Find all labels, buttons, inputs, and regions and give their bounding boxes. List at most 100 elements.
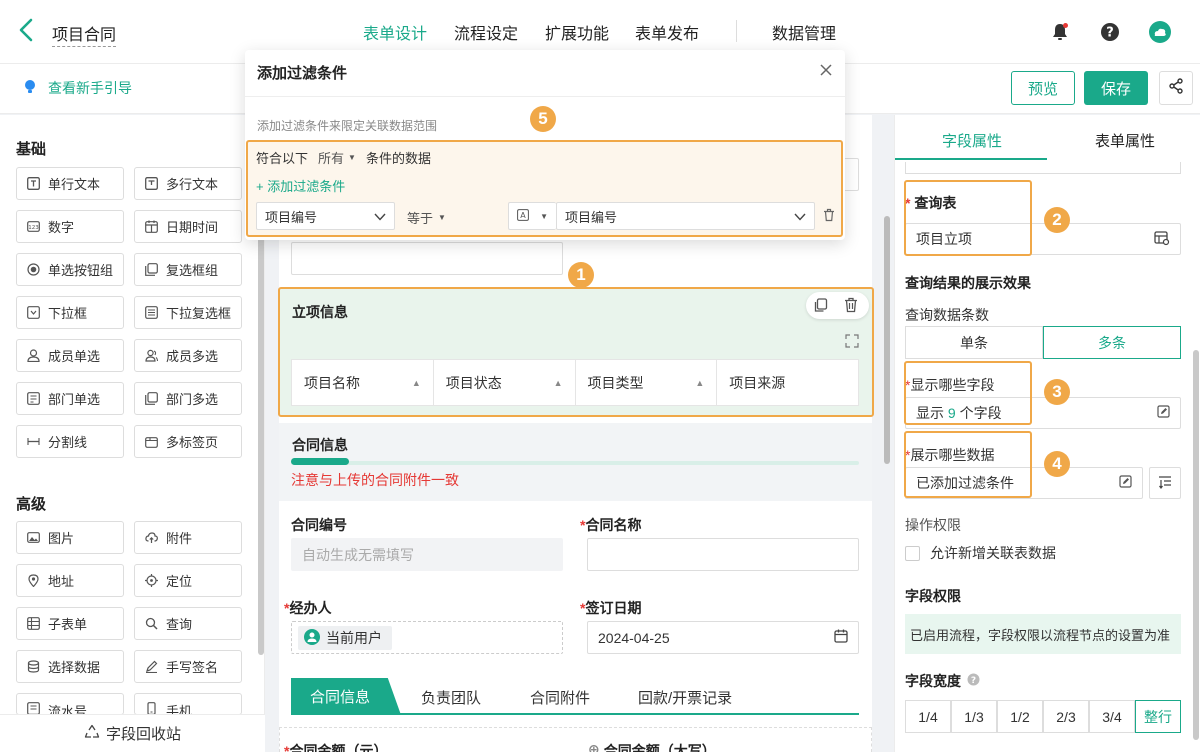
help-icon[interactable]: ? [1098, 20, 1122, 44]
tab-form-properties[interactable]: 表单属性 [1095, 130, 1155, 151]
calendar-icon[interactable] [834, 629, 848, 646]
column-header[interactable]: 项目类型 ▲ [576, 360, 718, 405]
tab-process[interactable]: 流程设定 [454, 20, 518, 44]
edit-icon[interactable] [1119, 475, 1132, 491]
form-tab-attachments[interactable]: 合同附件 [530, 687, 590, 708]
formula-icon: ⊕ [588, 741, 600, 752]
column-header[interactable]: 项目状态 ▲ [434, 360, 576, 405]
sign-date-label: *签订日期 [580, 600, 642, 616]
comp-radio-group[interactable]: 单选按钮组 [16, 253, 124, 286]
info-icon[interactable]: ? [967, 673, 980, 689]
trash-icon[interactable] [842, 296, 860, 314]
sort-button[interactable] [1149, 467, 1181, 499]
column-header[interactable]: 项目名称 ▲ [292, 360, 434, 405]
nav-divider [736, 20, 737, 42]
count-option-multiple[interactable]: 多条 [1043, 326, 1181, 359]
comp-location[interactable]: 定位 [134, 564, 242, 597]
bell-icon[interactable] [1048, 20, 1072, 44]
sign-date-input[interactable]: 2024-04-25 [587, 621, 859, 654]
contract-no-label: 合同编号 [291, 517, 347, 533]
svg-text:?: ? [1106, 26, 1114, 41]
comp-signature[interactable]: 手写签名 [134, 650, 242, 683]
comp-address[interactable]: 地址 [16, 564, 124, 597]
table-select-icon[interactable] [1154, 230, 1170, 249]
comp-subform[interactable]: 子表单 [16, 607, 124, 640]
width-option-two-thirds[interactable]: 2/3 [1043, 700, 1089, 733]
add-filter-button[interactable]: + 添加过滤条件 [256, 176, 345, 195]
share-button[interactable] [1159, 71, 1193, 105]
comp-query[interactable]: 查询 [134, 607, 242, 640]
tab-field-properties[interactable]: 字段属性 [942, 130, 1002, 151]
back-arrow-icon[interactable] [14, 16, 40, 44]
comp-dept-multi[interactable]: 部门多选 [134, 382, 242, 415]
save-button[interactable]: 保存 [1084, 71, 1148, 105]
edit-icon[interactable] [1157, 405, 1170, 421]
comp-checkbox-group[interactable]: 复选框组 [134, 253, 242, 286]
guide-link[interactable]: 查看新手引导 [24, 78, 132, 98]
handler-field[interactable]: 当前用户 [291, 621, 563, 654]
comp-select-data[interactable]: 选择数据 [16, 650, 124, 683]
recycle-bin-button[interactable]: 字段回收站 [0, 714, 265, 752]
dialog-title: 添加过滤条件 [257, 65, 348, 82]
comp-multi-text[interactable]: 多行文本 [134, 167, 242, 200]
form-tab-payments[interactable]: 回款/开票记录 [638, 687, 732, 708]
form-field-query-input[interactable] [291, 242, 563, 275]
comp-attachment[interactable]: 附件 [134, 521, 242, 554]
comp-dropdown[interactable]: 下拉框 [16, 296, 124, 329]
value-type-select[interactable]: A ▼ [508, 202, 556, 230]
count-option-single[interactable]: 单条 [905, 326, 1043, 359]
project-info-title: 立项信息 [292, 304, 348, 320]
comp-multi-dropdown[interactable]: 下拉复选框 [134, 296, 242, 329]
comp-member-multi[interactable]: 成员多选 [134, 339, 242, 372]
caret-down-icon: ▼ [348, 153, 356, 162]
allow-add-checkbox[interactable]: 允许新增关联表数据 [905, 543, 1056, 563]
tabs-icon [144, 435, 158, 449]
comp-dept-single[interactable]: 部门单选 [16, 382, 124, 415]
checkbox[interactable] [905, 545, 920, 561]
comp-serial-number[interactable]: 流水号 [16, 693, 124, 715]
left-scrollbar[interactable] [258, 210, 264, 655]
user-icon [26, 349, 40, 363]
comp-divider[interactable]: 分割线 [16, 425, 124, 458]
app-title[interactable]: 项目合同 [52, 21, 117, 47]
trash-icon[interactable] [822, 208, 836, 222]
radio-icon [26, 263, 40, 277]
serial-icon [26, 701, 40, 714]
progress-fill [291, 458, 349, 465]
image-icon [26, 531, 40, 545]
expand-icon[interactable] [845, 334, 859, 348]
width-option-three-quarters[interactable]: 3/4 [1089, 700, 1135, 733]
comp-number[interactable]: 123 数字 [16, 210, 124, 243]
close-icon[interactable] [818, 62, 834, 78]
tab-extensions[interactable]: 扩展功能 [545, 20, 609, 44]
comp-image[interactable]: 图片 [16, 521, 124, 554]
width-option-quarter[interactable]: 1/4 [905, 700, 951, 733]
match-mode-select[interactable]: 所有 ▼ [318, 148, 356, 167]
preview-button[interactable]: 预览 [1011, 71, 1075, 105]
width-option-third[interactable]: 1/3 [951, 700, 997, 733]
user-tag[interactable]: 当前用户 [298, 626, 392, 650]
comp-datetime[interactable]: 日期时间 [134, 210, 242, 243]
comp-single-text[interactable]: 单行文本 [16, 167, 124, 200]
right-scrollbar[interactable] [1193, 350, 1199, 740]
comp-phone[interactable]: 手机 [134, 693, 242, 715]
filter-field-select[interactable]: 项目编号 [256, 202, 395, 230]
copy-icon[interactable] [812, 296, 830, 314]
tab-data-manage[interactable]: 数据管理 [772, 20, 836, 44]
contract-name-input[interactable] [587, 538, 859, 571]
avatar[interactable] [1148, 20, 1172, 44]
tab-publish[interactable]: 表单发布 [635, 20, 699, 44]
column-header[interactable]: 项目来源 [717, 360, 858, 405]
filter-value-select[interactable]: 项目编号 [556, 202, 815, 230]
chevron-down-icon [794, 209, 806, 224]
canvas-scrollbar[interactable] [884, 216, 890, 464]
comp-member-single[interactable]: 成员单选 [16, 339, 124, 372]
tab-form-design[interactable]: 表单设计 [363, 20, 427, 44]
form-tab-team[interactable]: 负责团队 [421, 687, 481, 708]
comp-multi-tab[interactable]: 多标签页 [134, 425, 242, 458]
width-option-half[interactable]: 1/2 [997, 700, 1043, 733]
contract-no-input[interactable]: 自动生成无需填写 [291, 538, 563, 571]
operator-select[interactable]: 等于 ▼ [407, 208, 446, 227]
form-tab-contract-info[interactable]: 合同信息 [291, 678, 401, 715]
width-option-full[interactable]: 整行 [1135, 700, 1181, 733]
